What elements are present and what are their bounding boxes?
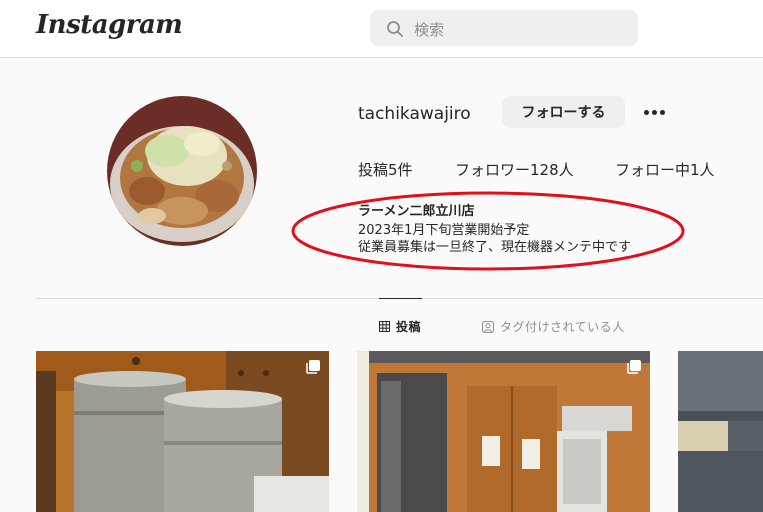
search-box[interactable]: 検索: [370, 10, 638, 46]
grid-icon: [379, 321, 390, 332]
post-thumbnail[interactable]: [678, 351, 763, 512]
top-nav-bar: Instagram 検索: [0, 0, 763, 58]
follow-button[interactable]: フォローする: [502, 96, 625, 128]
tab-tagged[interactable]: タグ付けされている人: [482, 318, 625, 335]
tab-posts-label: 投稿: [396, 320, 422, 334]
profile-username: tachikawajiro: [358, 104, 471, 124]
post-photo-shop-interior: [357, 351, 650, 512]
post-photo-equipment: [678, 351, 763, 512]
multiple-images-icon: [306, 360, 320, 374]
followers-link[interactable]: フォロワー128人: [455, 159, 574, 180]
more-options-icon[interactable]: [640, 100, 668, 124]
post-thumbnail[interactable]: [357, 351, 650, 512]
tagged-user-icon: [482, 320, 494, 333]
instagram-logo[interactable]: Instagram: [36, 10, 183, 40]
following-link[interactable]: フォロー中1人: [615, 159, 715, 180]
post-photo-kitchen-pots: [36, 351, 329, 512]
tab-posts[interactable]: 投稿: [379, 318, 421, 335]
multiple-images-icon: [627, 360, 641, 374]
ramen-photo: [107, 96, 257, 246]
red-annotation-ellipse: [291, 191, 685, 271]
profile-avatar[interactable]: [107, 96, 257, 246]
search-icon: [387, 21, 403, 37]
post-thumbnail[interactable]: [36, 351, 329, 512]
posts-count: 投稿5件: [358, 161, 413, 179]
active-tab-indicator: [379, 298, 422, 299]
tab-tagged-label: タグ付けされている人: [500, 320, 625, 334]
search-input-placeholder[interactable]: 検索: [414, 19, 444, 40]
